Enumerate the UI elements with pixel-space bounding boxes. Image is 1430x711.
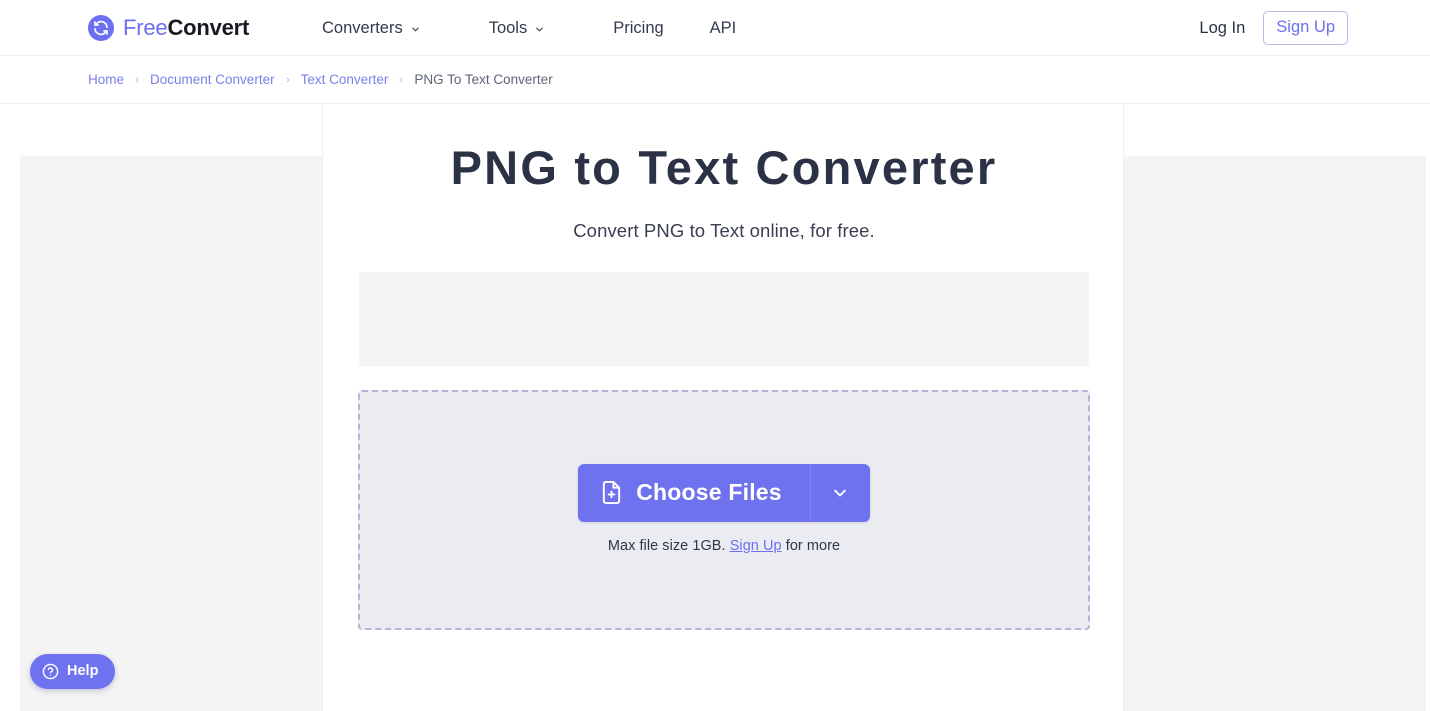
page-content: PNG to Text Converter Convert PNG to Tex… bbox=[0, 104, 1430, 711]
nav-item-api-label: API bbox=[709, 18, 737, 37]
breadcrumb-bar: Home Document Converter Text Converter P… bbox=[0, 56, 1430, 104]
brand-name-convert: Convert bbox=[167, 15, 250, 40]
breadcrumb-item-text-converter[interactable]: Text Converter bbox=[301, 72, 389, 87]
nav-item-converters[interactable]: Converters bbox=[322, 0, 445, 56]
chevron-down-icon bbox=[534, 24, 545, 35]
choose-files-label: Choose Files bbox=[636, 479, 782, 505]
signup-inline-link[interactable]: Sign Up bbox=[730, 538, 782, 554]
chevron-right-icon bbox=[397, 75, 405, 85]
choose-files-button[interactable]: Choose Files bbox=[578, 464, 810, 522]
nav-item-pricing-label: Pricing bbox=[613, 18, 664, 37]
max-file-size-suffix: for more bbox=[785, 538, 841, 554]
nav-item-converters-label: Converters bbox=[322, 18, 403, 37]
page-title: PNG to Text Converter bbox=[450, 141, 998, 194]
page-root: FreeConvert Converters Tools Pricing API… bbox=[0, 0, 1430, 711]
nav-item-tools[interactable]: Tools bbox=[489, 0, 570, 56]
choose-files-dropdown-button[interactable] bbox=[809, 464, 870, 522]
brand-name-free: Free bbox=[123, 15, 168, 40]
choose-files-group: Choose Files bbox=[578, 464, 870, 522]
breadcrumb: Home Document Converter Text Converter P… bbox=[88, 72, 553, 87]
breadcrumb-item-home[interactable]: Home bbox=[88, 72, 124, 87]
upload-controls: Choose Files Max file size 1GB. Sign Up bbox=[360, 464, 1088, 554]
chevron-right-icon bbox=[284, 75, 292, 85]
center-column: PNG to Text Converter Convert PNG to Tex… bbox=[322, 104, 1124, 711]
site-header: FreeConvert Converters Tools Pricing API… bbox=[0, 0, 1430, 56]
breadcrumb-item-document-converter[interactable]: Document Converter bbox=[150, 72, 275, 87]
top-ad-slot bbox=[359, 272, 1089, 366]
help-widget-label: Help bbox=[67, 663, 99, 680]
help-widget-button[interactable]: Help bbox=[30, 654, 116, 689]
file-dropzone[interactable]: Choose Files Max file size 1GB. Sign Up bbox=[358, 390, 1090, 630]
breadcrumb-item-current: PNG To Text Converter bbox=[414, 72, 553, 87]
auth-actions: Log In Sign Up bbox=[1199, 0, 1348, 56]
refresh-circle-icon bbox=[88, 15, 114, 41]
nav-item-api[interactable]: API bbox=[710, 0, 737, 56]
brand-name: FreeConvert bbox=[123, 17, 249, 39]
signup-button[interactable]: Sign Up bbox=[1263, 11, 1348, 45]
chevron-down-icon bbox=[830, 483, 850, 503]
nav-item-tools-label: Tools bbox=[488, 18, 528, 37]
main-nav: Converters Tools Pricing API bbox=[322, 0, 782, 56]
chevron-right-icon bbox=[133, 75, 141, 85]
nav-item-pricing[interactable]: Pricing bbox=[613, 0, 663, 56]
page-subtitle: Convert PNG to Text online, for free. bbox=[573, 220, 875, 241]
left-ad-panel bbox=[20, 156, 322, 711]
chevron-down-icon bbox=[410, 24, 421, 35]
file-plus-icon bbox=[600, 480, 623, 505]
max-file-size-note: Max file size 1GB. Sign Up for more bbox=[608, 538, 840, 554]
max-file-size-prefix: Max file size 1GB. bbox=[607, 538, 726, 554]
question-circle-icon bbox=[42, 663, 59, 680]
right-ad-panel bbox=[1124, 156, 1426, 711]
login-link[interactable]: Log In bbox=[1199, 19, 1245, 38]
brand-logo-link[interactable]: FreeConvert bbox=[88, 0, 249, 56]
